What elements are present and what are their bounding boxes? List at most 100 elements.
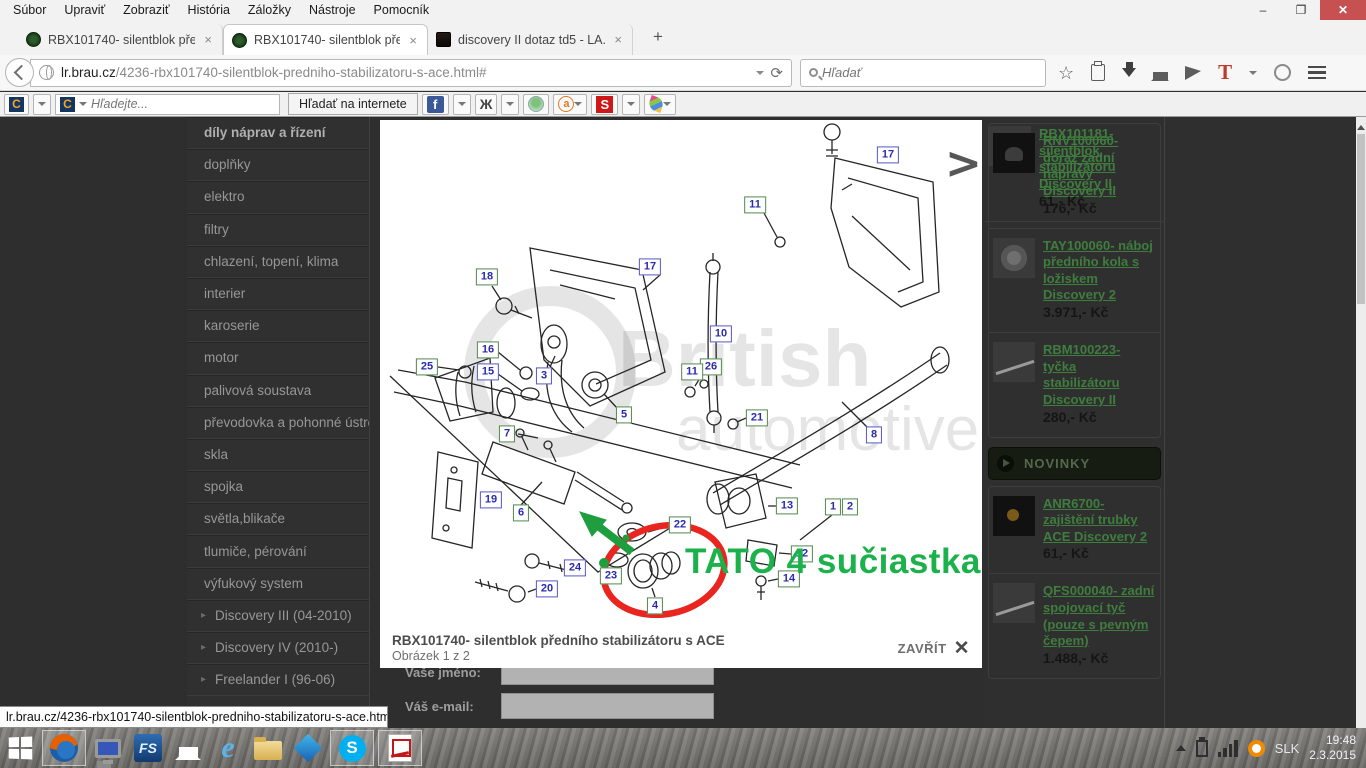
product-link[interactable]: ANR6700- zajištění trubky ACE Discovery …	[1043, 496, 1156, 546]
browser-tab[interactable]: RBX101740- silentblok před... ×	[223, 24, 428, 55]
c-addon-dropdown[interactable]	[33, 94, 51, 115]
product-thumbnail[interactable]	[993, 496, 1035, 536]
bookmark-star-icon[interactable]: ☆	[1058, 64, 1074, 82]
menu-item[interactable]: História	[181, 1, 237, 19]
taskbar-file-explorer[interactable]	[248, 728, 288, 768]
menu-item[interactable]: Upraviť	[57, 1, 112, 19]
product-link[interactable]: TAY100060- náboj předního kola s ložiske…	[1043, 238, 1156, 305]
sidebar-category-link[interactable]: interier	[187, 278, 369, 310]
translate-addon-icon[interactable]: T	[1218, 60, 1232, 85]
pocket-send-icon[interactable]	[1185, 66, 1201, 80]
reload-icon[interactable]: ⟳	[770, 64, 783, 82]
map-pin-button[interactable]	[523, 94, 549, 115]
chat-addon-icon[interactable]	[1274, 64, 1291, 81]
sidebar-category-link[interactable]: elektro	[187, 181, 369, 213]
product-item[interactable]: RBM100223- tyčka stabilizátoru Discovery…	[989, 333, 1160, 437]
page-scrollbar[interactable]	[1356, 117, 1366, 728]
product-item[interactable]: QFS000040- zadní spojovací tyč (pouze s …	[989, 574, 1160, 678]
product-thumbnail[interactable]	[993, 342, 1035, 382]
new-tab-button[interactable]: +	[645, 27, 671, 51]
reading-list-icon[interactable]	[1091, 64, 1105, 81]
antivirus-icon[interactable]	[1248, 740, 1265, 757]
product-thumbnail[interactable]	[993, 583, 1035, 623]
taskbar-skype[interactable]: S	[330, 730, 374, 766]
product-item[interactable]: RNV100060- doraz zadní nápravy Discovery…	[989, 124, 1160, 229]
scrollbar-thumb[interactable]	[1357, 134, 1365, 304]
taskbar-internet-explorer[interactable]: e	[208, 728, 248, 768]
sidebar-category-link[interactable]: skla	[187, 439, 369, 471]
product-thumbnail[interactable]	[993, 238, 1035, 278]
back-button[interactable]	[5, 58, 34, 87]
zh-addon-dropdown[interactable]	[501, 94, 519, 115]
zh-addon-button[interactable]: Ж	[475, 94, 498, 115]
browser-search-box[interactable]	[800, 59, 1046, 87]
start-button[interactable]	[0, 728, 40, 768]
addon-search-input[interactable]	[91, 97, 279, 111]
product-item[interactable]: ANR6700- zajištění trubky ACE Discovery …	[989, 487, 1160, 575]
minimize-button[interactable]: –	[1244, 0, 1282, 20]
taskbar-computer[interactable]	[88, 728, 128, 768]
clock[interactable]: 19:48 2.3.2015	[1309, 733, 1356, 763]
taskbar-fs-app[interactable]: FS	[128, 728, 168, 768]
scroll-up-icon[interactable]	[1357, 121, 1365, 130]
taskbar-home-app[interactable]	[168, 728, 208, 768]
menu-item[interactable]: Súbor	[6, 1, 53, 19]
browser-tab[interactable]: discovery II dotaz td5 - LA... ×	[428, 24, 633, 55]
sidebar-category-link[interactable]: světla,blikače	[187, 503, 369, 535]
sidebar-category-link[interactable]: ▸ Discovery III (04-2010)	[187, 600, 369, 632]
taskbar-kodi[interactable]	[288, 728, 328, 768]
product-link[interactable]: RBM100223- tyčka stabilizátoru Discovery…	[1043, 342, 1156, 409]
sidebar-category-link[interactable]: výfukový system	[187, 568, 369, 600]
s-addon-dropdown[interactable]	[622, 94, 640, 115]
taskbar-firefox[interactable]	[42, 730, 86, 766]
sidebar-category-link[interactable]: převodovka a pohonné ústrojí	[187, 407, 369, 439]
s-addon-button[interactable]: S	[591, 94, 618, 115]
sidebar-category-link[interactable]: filtry	[187, 214, 369, 246]
sidebar-category-link[interactable]: chlazení, topení, klima	[187, 246, 369, 278]
site-identity-icon[interactable]	[39, 65, 54, 80]
c-addon-button[interactable]: C	[4, 94, 29, 115]
browser-search-input[interactable]	[822, 65, 1045, 80]
network-signal-icon[interactable]	[1218, 740, 1238, 757]
menu-item[interactable]: Nástroje	[302, 1, 363, 19]
addon-search-field[interactable]: C	[55, 94, 280, 115]
lightbox-close-button[interactable]: ZAVŘÍT ✕	[898, 637, 970, 660]
product-item[interactable]: TAY100060- náboj předního kola s ložiske…	[989, 229, 1160, 334]
product-link[interactable]: RNV100060- doraz zadní nápravy Discovery…	[1043, 133, 1156, 200]
sidebar-category-link[interactable]: doplňky	[187, 149, 369, 181]
restore-button[interactable]: ❐	[1282, 0, 1320, 20]
battery-icon[interactable]	[1196, 740, 1208, 757]
facebook-button[interactable]: f	[422, 94, 449, 115]
sidebar-category-link[interactable]: tlumiče, pérování	[187, 535, 369, 567]
url-bar[interactable]: lr.brau.cz /4236-rbx101740-silentblok-pr…	[30, 59, 792, 87]
product-thumbnail[interactable]	[993, 133, 1035, 173]
sidebar-category-link[interactable]: motor	[187, 342, 369, 374]
url-dropdown-icon[interactable]	[756, 71, 764, 79]
hamburger-menu-icon[interactable]	[1308, 66, 1326, 80]
menu-item[interactable]: Pomocník	[367, 1, 437, 19]
tab-close-icon[interactable]: ×	[612, 32, 624, 47]
addon-dropdown-icon[interactable]	[1249, 71, 1257, 79]
feather-addon-button[interactable]	[644, 94, 676, 115]
sidebar-category-link[interactable]: spojka	[187, 471, 369, 503]
facebook-dropdown[interactable]	[453, 94, 471, 115]
search-internet-button[interactable]: Hľadať na internete	[288, 93, 418, 115]
tray-expand-icon[interactable]	[1176, 740, 1186, 751]
downloads-icon[interactable]	[1122, 68, 1136, 84]
tab-close-icon[interactable]: ×	[407, 33, 419, 48]
taskbar-image-editor[interactable]	[378, 730, 422, 766]
browser-tab[interactable]: RBX101740- silentblok před... ×	[18, 24, 223, 55]
sidebar-category-link[interactable]: palivová soustava	[187, 375, 369, 407]
a-addon-button[interactable]: a	[553, 94, 587, 115]
language-indicator[interactable]: SLK	[1275, 741, 1300, 756]
sidebar-category-link[interactable]: díly náprav a řízení	[187, 117, 369, 149]
product-link[interactable]: QFS000040- zadní spojovací tyč (pouze s …	[1043, 583, 1156, 650]
email-field[interactable]	[501, 693, 714, 719]
close-button[interactable]: ✕	[1320, 0, 1366, 20]
sidebar-category-link[interactable]: karoserie	[187, 310, 369, 342]
next-image-arrow[interactable]: >	[945, 138, 982, 189]
sidebar-category-link[interactable]: ▸ Freelander I (96-06)	[187, 664, 369, 696]
menu-item[interactable]: Záložky	[241, 1, 298, 19]
home-icon[interactable]	[1153, 72, 1168, 81]
sidebar-category-link[interactable]: ▸ Discovery IV (2010-)	[187, 632, 369, 664]
